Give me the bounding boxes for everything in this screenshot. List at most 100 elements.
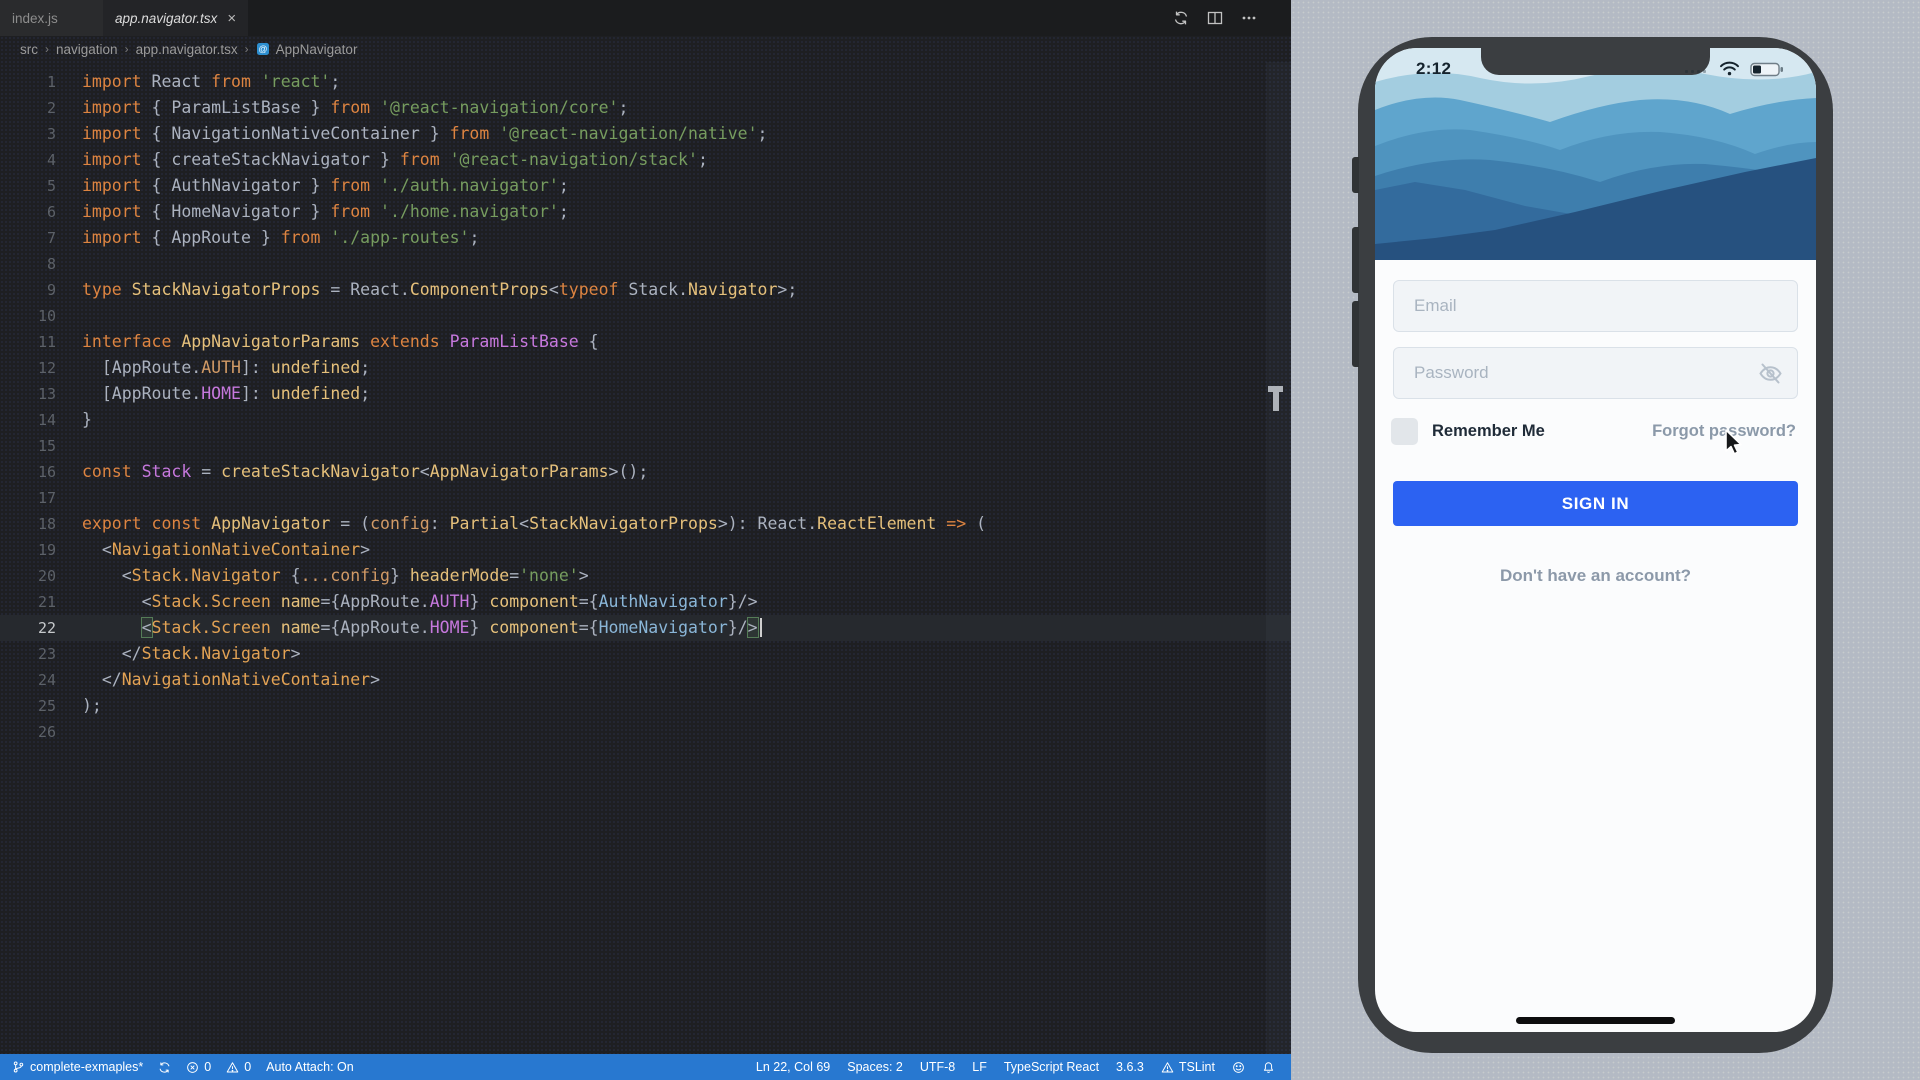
status-feedback[interactable] [1232,1061,1245,1074]
tab-app-navigator[interactable]: app.navigator.tsx × [103,0,248,36]
status-encoding[interactable]: UTF-8 [920,1060,955,1074]
breadcrumb-item-src[interactable]: src [20,42,38,57]
breadcrumb-item-appnavigator[interactable]: AppNavigator [276,42,358,57]
sync-icon [158,1061,171,1074]
status-notifications[interactable] [1262,1061,1275,1074]
code-line-7[interactable]: 7import { AppRoute } from './app-routes'… [0,225,1291,251]
code-line-5[interactable]: 5import { AuthNavigator } from './auth.n… [0,173,1291,199]
breadcrumb-item-app-navigator-tsx[interactable]: app.navigator.tsx [136,42,238,57]
status-indentation[interactable]: Spaces: 2 [847,1060,903,1074]
status-label: TSLint [1179,1060,1215,1074]
more-actions-icon[interactable] [1241,10,1257,26]
volume-down-button[interactable] [1352,301,1359,367]
line-number: 6 [0,199,56,225]
code-line-23[interactable]: 23 </Stack.Navigator> [0,641,1291,667]
status-bar: complete-exmaples* 0 0 Auto Attach: On Ln 2… [0,1054,1291,1080]
volume-up-button[interactable] [1352,227,1359,293]
status-git-branch[interactable]: complete-exmaples* [12,1060,143,1074]
code-line-22[interactable]: 22 <Stack.Screen name={AppRoute.HOME} co… [0,615,1291,641]
code-line-9[interactable]: 9type StackNavigatorProps = React.Compon… [0,277,1291,303]
split-editor-icon[interactable] [1207,10,1223,26]
code-line-3[interactable]: 3import { NavigationNativeContainer } fr… [0,121,1291,147]
svg-text:@: @ [258,44,267,54]
code-line-17[interactable]: 17 [0,485,1291,511]
code-line-15[interactable]: 15 [0,433,1291,459]
status-label: UTF-8 [920,1060,955,1074]
line-number: 12 [0,355,56,381]
line-number: 5 [0,173,56,199]
code-text: <Stack.Screen name={AppRoute.AUTH} compo… [82,589,758,615]
code-line-24[interactable]: 24 </NavigationNativeContainer> [0,667,1291,693]
code-line-11[interactable]: 11interface AppNavigatorParams extends P… [0,329,1291,355]
status-errors[interactable]: 0 [186,1060,211,1074]
sign-in-button[interactable]: SIGN IN [1393,481,1798,526]
cellular-signal-icon [1685,70,1706,73]
warning-icon [226,1061,239,1074]
code-text: <NavigationNativeContainer> [82,537,370,563]
code-line-13[interactable]: 13 [AppRoute.HOME]: undefined; [0,381,1291,407]
toggle-password-visibility-icon[interactable] [1757,360,1784,392]
code-text: const Stack = createStackNavigator<AppNa… [82,459,648,485]
code-line-19[interactable]: 19 <NavigationNativeContainer> [0,537,1291,563]
phone-status-bar: 2:12 [1375,48,1816,88]
code-line-21[interactable]: 21 <Stack.Screen name={AppRoute.AUTH} co… [0,589,1291,615]
editor-scrollbar[interactable] [1266,62,1291,1054]
clock: 2:12 [1416,59,1451,79]
status-ts-version[interactable]: 3.6.3 [1116,1060,1144,1074]
close-icon[interactable]: × [227,11,236,26]
status-auto-attach[interactable]: Auto Attach: On [266,1060,354,1074]
breadcrumb-item-navigation[interactable]: navigation [56,42,118,57]
remember-me-label: Remember Me [1432,422,1545,441]
line-number: 24 [0,667,56,693]
breadcrumb-separator: › [45,42,49,56]
tab-label: app.navigator.tsx [115,11,217,26]
email-field[interactable] [1393,280,1798,332]
line-number: 13 [0,381,56,407]
status-label: 0 [244,1060,251,1074]
symbol-icon: @ [256,42,270,56]
status-sync[interactable] [158,1061,171,1074]
forgot-password-link[interactable]: Forgot password? [1652,422,1796,441]
status-warnings[interactable]: 0 [226,1060,251,1074]
code-line-8[interactable]: 8 [0,251,1291,277]
line-number: 3 [0,121,56,147]
code-line-1[interactable]: 1import React from 'react'; [0,69,1291,95]
code-line-12[interactable]: 12 [AppRoute.AUTH]: undefined; [0,355,1291,381]
code-line-25[interactable]: 25); [0,693,1291,719]
code-line-4[interactable]: 4import { createStackNavigator } from '@… [0,147,1291,173]
password-field[interactable] [1393,347,1798,399]
tab-index-js[interactable]: index.js [0,0,103,36]
code-line-14[interactable]: 14} [0,407,1291,433]
remember-me-checkbox[interactable] [1391,418,1418,445]
phone-screen: 2:12 [1375,48,1816,1032]
line-number: 9 [0,277,56,303]
code-line-18[interactable]: 18export const AppNavigator = (config: P… [0,511,1291,537]
status-eol[interactable]: LF [972,1060,987,1074]
code-text: import { createStackNavigator } from '@r… [82,147,708,173]
code-text: export const AppNavigator = (config: Par… [82,511,986,537]
line-number: 23 [0,641,56,667]
code-line-2[interactable]: 2import { ParamListBase } from '@react-n… [0,95,1291,121]
code-text: </Stack.Navigator> [82,641,301,667]
code-text: <Stack.Screen name={AppRoute.HOME} compo… [82,615,762,641]
status-label: 3.6.3 [1116,1060,1144,1074]
no-account-link[interactable]: Don't have an account? [1375,566,1816,586]
code-line-16[interactable]: 16const Stack = createStackNavigator<App… [0,459,1291,485]
mute-switch[interactable] [1352,157,1359,193]
iphone-frame: 2:12 [1358,37,1833,1053]
code-line-6[interactable]: 6import { HomeNavigator } from './home.n… [0,199,1291,225]
sync-changes-icon[interactable] [1173,10,1189,26]
bell-icon [1262,1061,1275,1074]
status-cursor-position[interactable]: Ln 22, Col 69 [756,1060,830,1074]
code-line-10[interactable]: 10 [0,303,1291,329]
code-line-26[interactable]: 26 [0,719,1291,745]
status-tslint[interactable]: TSLint [1161,1060,1215,1074]
tab-label: index.js [12,11,58,26]
breadcrumb-separator: › [125,42,129,56]
code-line-20[interactable]: 20 <Stack.Navigator {...config} headerMo… [0,563,1291,589]
code-text: <Stack.Navigator {...config} headerMode=… [82,563,589,589]
status-language-mode[interactable]: TypeScript React [1004,1060,1099,1074]
home-indicator[interactable] [1516,1017,1675,1024]
status-label: Spaces: 2 [847,1060,903,1074]
code-editor[interactable]: 1import React from 'react';2import { Par… [0,62,1291,745]
